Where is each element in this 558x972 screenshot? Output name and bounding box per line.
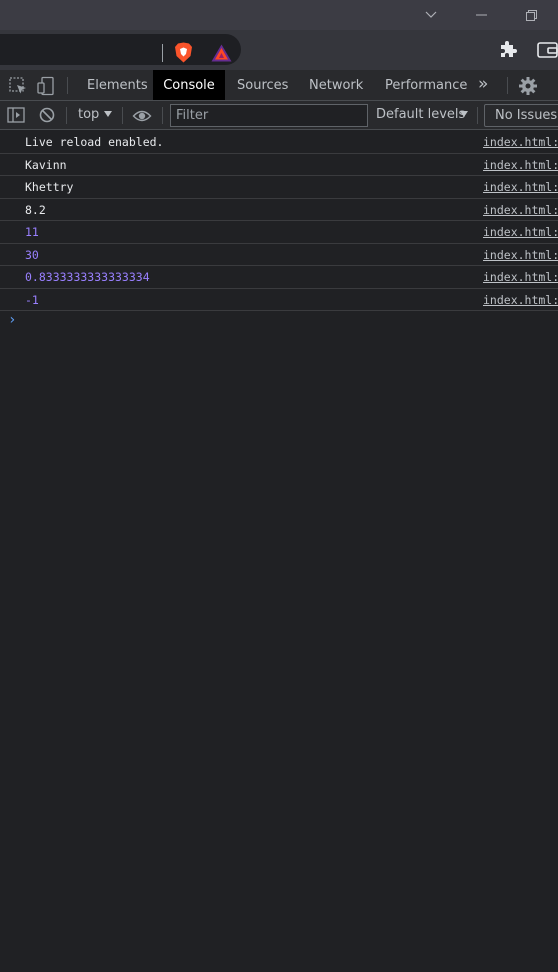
toolbar-separator — [122, 107, 123, 124]
wallet-icon[interactable] — [537, 41, 558, 58]
context-select[interactable]: top — [78, 101, 99, 129]
console-messages: Live reload enabled. index.html: Kavinn … — [0, 131, 558, 311]
console-source-link[interactable]: index.html: — [483, 248, 558, 262]
console-toolbar: top Default levels No Issues — [0, 101, 558, 130]
console-source-link[interactable]: index.html: — [483, 225, 558, 239]
console-message-number: -1 — [25, 292, 39, 307]
console-source-link[interactable]: index.html: — [483, 270, 558, 284]
tab-performance[interactable]: Performance — [385, 70, 467, 100]
console-message-row: 8.2 index.html: — [0, 199, 558, 221]
console-message-row: -1 index.html: — [0, 289, 558, 311]
tab-search-chevron-icon[interactable] — [411, 0, 451, 30]
toolbar-separator — [477, 107, 478, 124]
minimize-button[interactable] — [461, 0, 501, 30]
address-bar-divider — [162, 44, 163, 62]
console-message-text: Live reload enabled. — [25, 135, 164, 149]
console-prompt-chevron-icon[interactable]: › — [8, 312, 16, 328]
console-source-link[interactable]: index.html: — [483, 158, 558, 172]
context-select-value: top — [78, 107, 100, 122]
console-message-number: 0.8333333333333334 — [25, 270, 150, 284]
log-levels-value: Default levels — [376, 107, 466, 122]
console-message-row: 30 index.html: — [0, 244, 558, 266]
inspect-element-icon[interactable] — [8, 76, 28, 96]
toolbar-separator — [162, 107, 163, 124]
browser-toolbar — [0, 30, 558, 70]
tab-network[interactable]: Network — [309, 70, 363, 100]
issues-button[interactable]: No Issues — [484, 104, 558, 127]
console-message-number: 30 — [25, 247, 39, 262]
console-message-number: 11 — [25, 225, 39, 239]
console-message-row: Live reload enabled. index.html: — [0, 131, 558, 154]
tab-sources[interactable]: Sources — [237, 70, 288, 100]
live-expression-eye-icon[interactable] — [132, 106, 152, 126]
settings-gear-icon[interactable] — [518, 76, 538, 96]
console-message-row: 11 index.html: — [0, 221, 558, 244]
console-source-link[interactable]: index.html: — [483, 203, 558, 217]
console-message-row: Khettry index.html: — [0, 176, 558, 199]
toolbar-separator — [67, 77, 68, 94]
console-message-text: Khettry — [25, 180, 74, 194]
console-message-text: 8.2 — [25, 202, 46, 217]
console-message-row: Kavinn index.html: — [0, 154, 558, 176]
more-tabs-chevron-icon[interactable]: » — [478, 70, 488, 100]
toolbar-separator — [507, 77, 508, 94]
console-message-row: 0.8333333333333334 index.html: — [0, 266, 558, 289]
extensions-icon[interactable] — [499, 40, 517, 58]
device-toolbar-icon[interactable] — [36, 76, 56, 96]
clear-console-icon[interactable] — [37, 105, 57, 125]
brave-shields-icon[interactable] — [174, 42, 193, 63]
console-source-link[interactable]: index.html: — [483, 293, 558, 307]
toolbar-separator — [66, 107, 67, 124]
log-levels-caret-icon — [460, 111, 468, 117]
log-levels-select[interactable]: Default levels — [376, 101, 465, 129]
devtools-tabstrip: Elements Console Sources Network Perform… — [0, 70, 558, 101]
show-sidebar-icon[interactable] — [6, 105, 26, 125]
context-dropdown-caret-icon — [104, 111, 112, 117]
tab-elements[interactable]: Elements — [87, 70, 148, 100]
console-message-text: Kavinn — [25, 157, 67, 172]
brave-rewards-icon[interactable] — [211, 44, 232, 62]
window-titlebar — [0, 0, 558, 30]
console-filter-input[interactable] — [170, 104, 368, 127]
console-source-link[interactable]: index.html: — [483, 180, 558, 194]
restore-button[interactable] — [511, 0, 551, 30]
tab-console[interactable]: Console — [153, 70, 225, 100]
console-source-link[interactable]: index.html: — [483, 135, 558, 149]
address-bar[interactable] — [0, 34, 241, 65]
